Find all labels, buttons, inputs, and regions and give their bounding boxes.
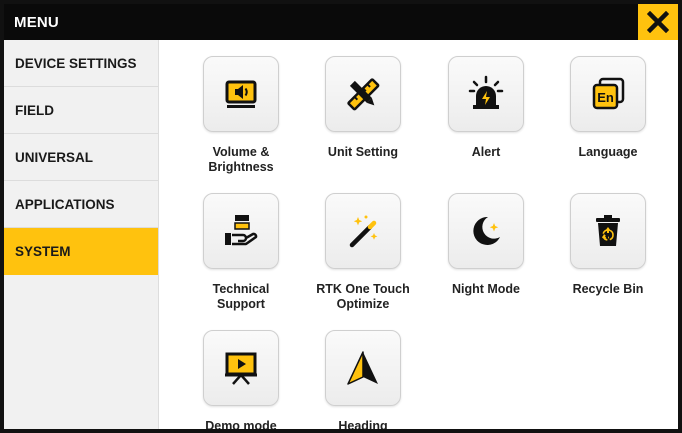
tile-alert[interactable]: Alert	[431, 56, 541, 160]
tile-demo-mode[interactable]: Demo mode	[186, 330, 296, 433]
tile-label: Language	[578, 145, 638, 159]
sidebar-item-label: SYSTEM	[15, 243, 71, 259]
tile-icon-button[interactable]	[448, 56, 524, 132]
sidebar-item-label: APPLICATIONS	[15, 196, 115, 212]
tile-label: Recycle Bin	[572, 282, 644, 296]
title-bar: MENU	[4, 4, 678, 40]
tile-label: Demo mode	[205, 419, 277, 433]
sidebar-item-applications[interactable]: APPLICATIONS	[4, 181, 158, 228]
recycle-bin-icon	[596, 215, 620, 246]
tile-label: Alert	[471, 145, 501, 159]
tile-icon-button[interactable]	[448, 193, 524, 269]
tile-language[interactable]: En Language	[553, 56, 663, 160]
heading-arrow-icon	[347, 351, 378, 385]
tile-label: Night Mode	[451, 282, 521, 296]
sidebar-item-universal[interactable]: UNIVERSAL	[4, 134, 158, 181]
language-icon: En	[592, 77, 625, 110]
support-hand-icon	[225, 215, 258, 246]
ruler-pencil-icon	[347, 78, 380, 111]
tile-night-mode[interactable]: Night Mode	[431, 193, 541, 297]
tile-rtk-one-touch-optimize[interactable]: RTK One Touch Optimize	[308, 193, 418, 312]
tile-label: Technical Support	[212, 282, 270, 311]
tile-icon-button[interactable]	[203, 56, 279, 132]
moon-icon	[473, 216, 500, 245]
tile-technical-support[interactable]: Technical Support	[186, 193, 296, 312]
tile-icon-button[interactable]	[203, 193, 279, 269]
sidebar-item-label: DEVICE SETTINGS	[15, 55, 137, 71]
language-glyph: En	[597, 90, 614, 105]
sidebar-item-label: FIELD	[15, 102, 54, 118]
tile-icon-button[interactable]: En	[570, 56, 646, 132]
tile-icon-button[interactable]	[203, 330, 279, 406]
tile-volume-brightness[interactable]: Volume & Brightness	[186, 56, 296, 175]
close-button[interactable]	[638, 4, 678, 40]
tile-icon-button[interactable]	[325, 193, 401, 269]
volume-brightness-icon	[225, 80, 257, 108]
menu-window: MENU DEVICE SETTINGS FIELD UNIVERSAL APP…	[0, 0, 682, 433]
tile-unit-setting[interactable]: Unit Setting	[308, 56, 418, 160]
sidebar: DEVICE SETTINGS FIELD UNIVERSAL APPLICAT…	[4, 40, 159, 429]
sidebar-item-device-settings[interactable]: DEVICE SETTINGS	[4, 40, 158, 87]
magic-wand-icon	[349, 215, 378, 248]
tile-heading[interactable]: Heading	[308, 330, 418, 433]
close-x-icon	[647, 11, 669, 33]
tile-label: Volume & Brightness	[208, 145, 274, 174]
tile-label: Heading	[338, 419, 388, 433]
tile-label: Unit Setting	[327, 145, 399, 159]
system-menu-grid: Volume & Brightness Unit Setting Alert E…	[159, 40, 678, 433]
sidebar-item-label: UNIVERSAL	[15, 149, 94, 165]
sidebar-item-system[interactable]: SYSTEM	[4, 228, 158, 275]
tile-icon-button[interactable]	[325, 56, 401, 132]
tile-recycle-bin[interactable]: Recycle Bin	[553, 193, 663, 297]
tile-icon-button[interactable]	[570, 193, 646, 269]
tile-label: RTK One Touch Optimize	[316, 282, 410, 311]
alarm-icon	[468, 75, 504, 109]
menu-title: MENU	[14, 14, 59, 31]
tile-icon-button[interactable]	[325, 330, 401, 406]
sidebar-item-field[interactable]: FIELD	[4, 87, 158, 134]
presentation-icon	[225, 352, 257, 385]
